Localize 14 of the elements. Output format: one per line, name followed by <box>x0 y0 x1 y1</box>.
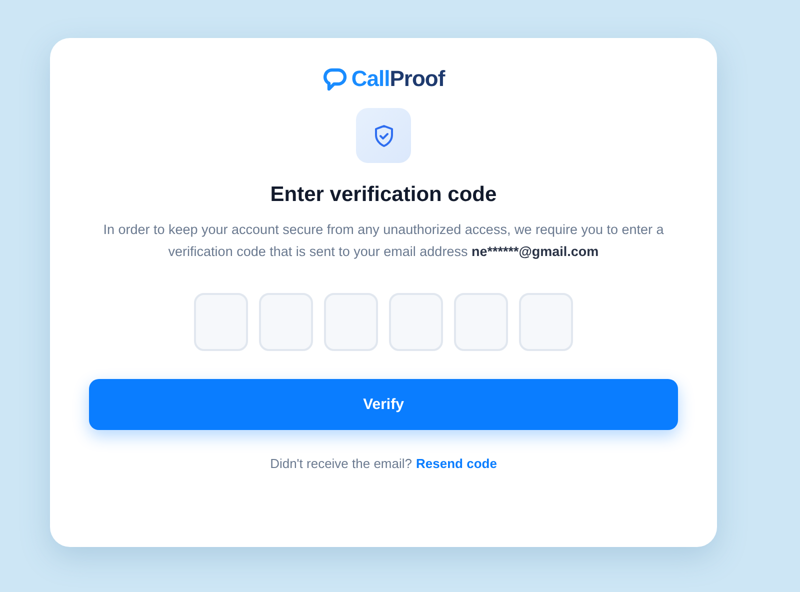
speech-bubble-icon <box>322 66 348 92</box>
code-digit-field[interactable] <box>389 293 443 351</box>
resend-code-link[interactable]: Resend code <box>416 456 497 471</box>
code-digit-field[interactable] <box>259 293 313 351</box>
code-digit-field[interactable] <box>519 293 573 351</box>
verify-button[interactable]: Verify <box>89 379 678 430</box>
code-digit-field[interactable] <box>454 293 508 351</box>
code-digit-field[interactable] <box>324 293 378 351</box>
shield-check-icon <box>372 124 394 148</box>
page-title: Enter verification code <box>270 183 497 207</box>
logo-text: CallProof <box>351 66 445 92</box>
resend-prompt: Didn't receive the email? <box>270 456 412 471</box>
description-text: In order to keep your account secure from any unauthorized access, we require you to enter a verification code that is sent to your email address ne******@gmail.com <box>102 221 665 261</box>
code-digit-field[interactable] <box>194 293 248 351</box>
